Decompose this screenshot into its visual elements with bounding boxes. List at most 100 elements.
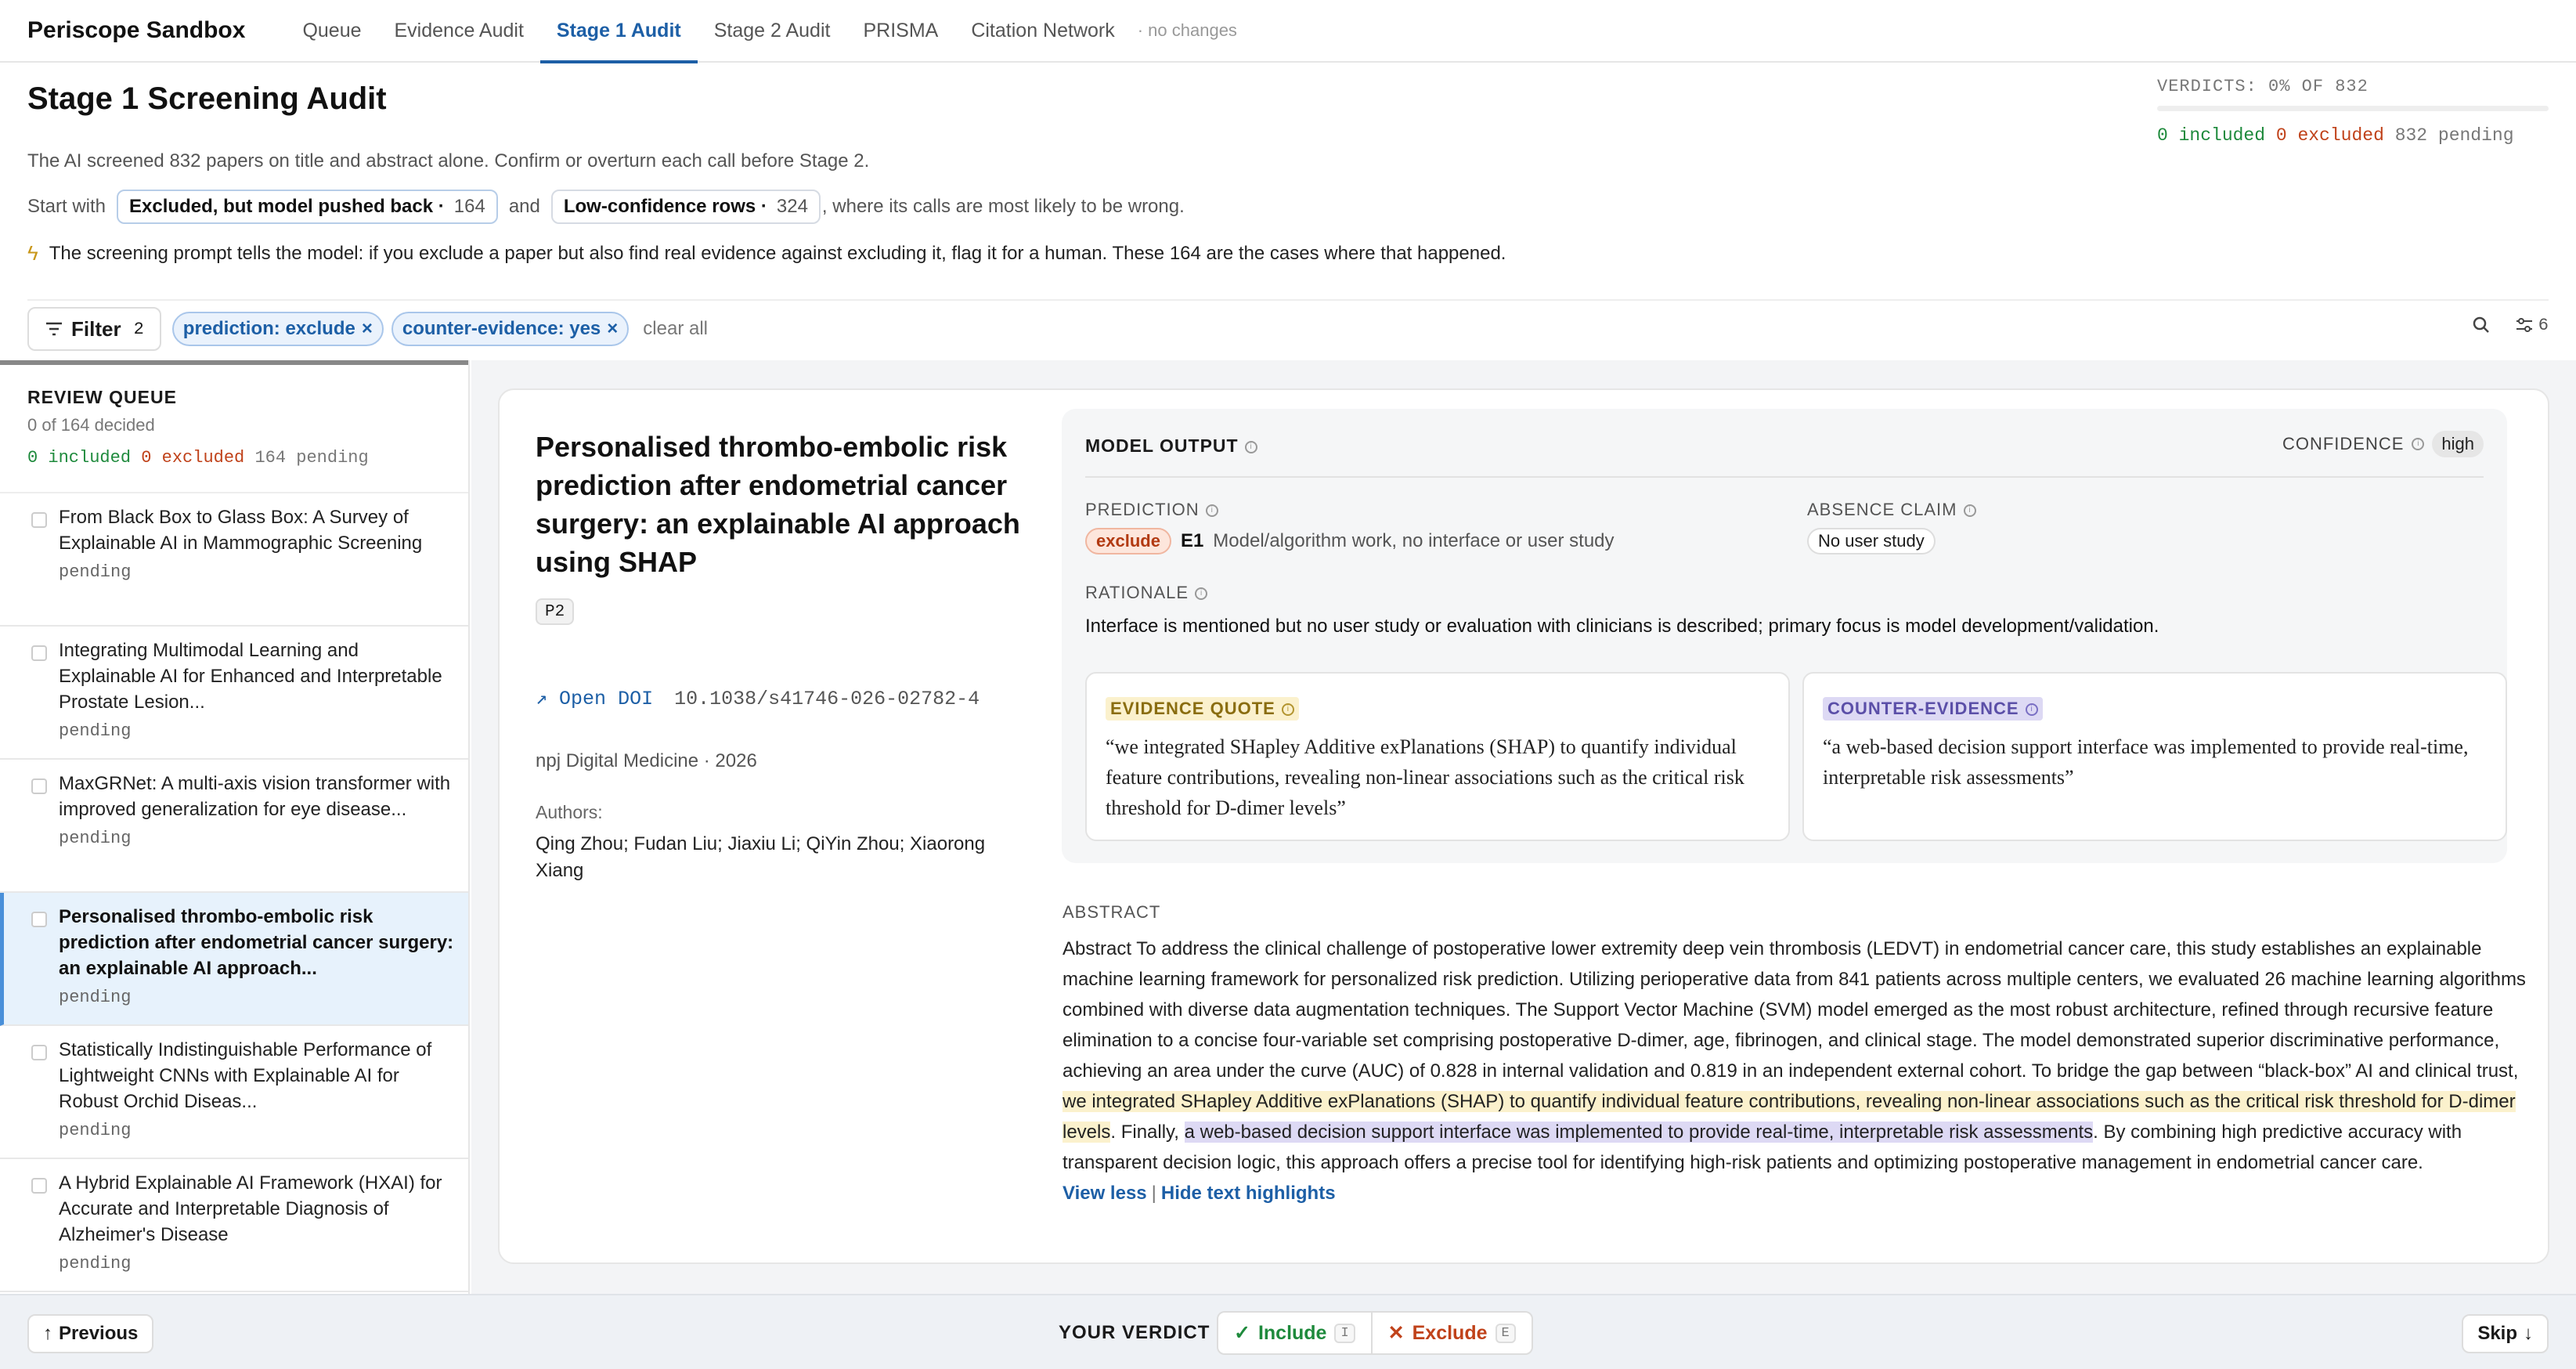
model-output-panel: MODEL OUTPUT i CONFIDENCE i high PREDICTIO…	[1062, 409, 2507, 863]
screening-tip: ϟ The screening prompt tells the model: …	[27, 241, 1506, 265]
item-status: pending	[59, 1254, 132, 1273]
counter-evidence-tag: COUNTER-EVIDENCE i	[1823, 697, 2043, 721]
start-suggestion: Start with Excluded, but model pushed ba…	[27, 190, 1185, 224]
rationale-heading: RATIONALE	[1085, 583, 1189, 602]
clear-all-link[interactable]: clear all	[643, 318, 708, 340]
tab-stage-2-audit[interactable]: Stage 2 Audit	[698, 0, 847, 62]
item-checkbox[interactable]	[31, 912, 47, 927]
include-label: Include	[1257, 1321, 1327, 1344]
info-icon[interactable]: i	[1244, 440, 1257, 453]
tab-queue[interactable]: Queue	[286, 0, 377, 62]
exclusion-description: Model/algorithm work, no interface or us…	[1213, 530, 1615, 551]
remove-pill-icon[interactable]: ×	[607, 318, 618, 340]
arrow-down-icon: ↓	[2524, 1323, 2533, 1344]
queue-counts: 0 included 0 excluded 164 pending	[27, 448, 369, 468]
verdicts-progress-bar	[2157, 106, 2549, 111]
list-item[interactable]: A Hybrid Explainable AI Framework (HXAI)…	[0, 1159, 468, 1292]
info-icon[interactable]: i	[1205, 504, 1218, 518]
lightning-icon: ϟ	[27, 241, 38, 265]
list-item[interactable]: Integrating Multimodal Learning and Expl…	[0, 627, 468, 760]
queue-pending: 164 pending	[254, 448, 369, 468]
item-checkbox[interactable]	[31, 512, 47, 528]
info-icon[interactable]: i	[1963, 504, 1976, 518]
prediction-badge: exclude	[1085, 528, 1171, 554]
item-checkbox[interactable]	[31, 645, 47, 661]
evidence-quote-tag: EVIDENCE QUOTE i	[1106, 697, 1299, 721]
low-confidence-button[interactable]: Low-confidence rows · 324	[550, 190, 821, 224]
include-shortcut: I	[1334, 1323, 1355, 1343]
link-separator: |	[1151, 1183, 1156, 1204]
tab-citation-network[interactable]: Citation Network	[954, 0, 1131, 62]
excluded-pushed-back-button[interactable]: Excluded, but model pushed back · 164	[117, 190, 498, 224]
filter-button[interactable]: Filter 2	[27, 307, 161, 351]
remove-pill-icon[interactable]: ×	[362, 318, 373, 340]
open-doi-link[interactable]: ↗ Open DOI	[536, 688, 653, 710]
columns-button[interactable]: 6	[2515, 316, 2549, 335]
info-icon[interactable]: i	[1195, 587, 1208, 601]
confidence-label: CONFIDENCE	[2282, 434, 2405, 453]
item-title: From Black Box to Glass Box: A Survey of…	[59, 507, 423, 554]
chip-count: 164	[453, 196, 485, 217]
list-item-selected[interactable]: Personalised thrombo-embolic risk predic…	[0, 893, 468, 1026]
included-count: 0 included	[2157, 125, 2266, 146]
exclude-button[interactable]: ✕ Exclude E	[1373, 1313, 1532, 1353]
item-checkbox[interactable]	[31, 1178, 47, 1194]
verdicts-counts: 0 included 0 excluded 832 pending	[2157, 125, 2549, 146]
authors-list: Qing Zhou; Fudan Liu; Jiaxiu Li; QiYin Z…	[536, 833, 986, 881]
filter-pill-counter-evidence[interactable]: counter-evidence: yes ×	[391, 312, 630, 346]
previous-label: Previous	[59, 1323, 139, 1344]
counter-evidence-text: “a web-based decision support interface …	[1823, 735, 2469, 789]
info-icon[interactable]: i	[2025, 703, 2038, 717]
view-less-link[interactable]: View less	[1063, 1183, 1147, 1204]
queue-list: From Black Box to Glass Box: A Survey of…	[0, 492, 468, 1292]
pill-label: counter-evidence: yes	[402, 318, 601, 339]
info-icon[interactable]: i	[2412, 438, 2425, 450]
page-subtitle: The AI screened 832 papers on title and …	[27, 150, 870, 172]
counter-evidence-highlight: a web-based decision support interface w…	[1184, 1122, 2094, 1143]
tab-prisma[interactable]: PRISMA	[846, 0, 954, 62]
exclude-shortcut: E	[1495, 1323, 1516, 1343]
item-status: pending	[59, 1121, 132, 1140]
model-output-title: MODEL OUTPUT i	[1085, 435, 1257, 457]
rationale-text: Interface is mentioned but no user study…	[1085, 616, 2159, 637]
columns-count: 6	[2538, 315, 2549, 335]
model-output-heading: MODEL OUTPUT	[1085, 435, 1239, 456]
evidence-quote-box: EVIDENCE QUOTE i “we integrated SHapley A…	[1085, 672, 1790, 841]
review-queue-panel: REVIEW QUEUE 0 of 164 decided 0 included…	[0, 360, 470, 1294]
tip-text: The screening prompt tells the model: if…	[49, 242, 1506, 264]
confidence-badge: high	[2432, 431, 2484, 457]
abstract-text: Abstract To address the clinical challen…	[1063, 934, 2527, 1208]
tab-evidence-audit[interactable]: Evidence Audit	[378, 0, 540, 62]
hide-highlights-link[interactable]: Hide text highlights	[1161, 1183, 1336, 1204]
filter-pill-prediction[interactable]: prediction: exclude ×	[171, 312, 384, 346]
abstract-label: ABSTRACT	[1063, 902, 1161, 922]
include-button[interactable]: ✓ Include I	[1218, 1313, 1373, 1353]
item-status: pending	[59, 829, 132, 848]
list-item[interactable]: From Black Box to Glass Box: A Survey of…	[0, 493, 468, 627]
search-icon[interactable]	[2471, 315, 2491, 335]
chip-label: Excluded, but model pushed back ·	[129, 196, 445, 217]
info-icon[interactable]: i	[1281, 703, 1294, 717]
absence-heading: ABSENCE CLAIM	[1807, 500, 1957, 519]
item-checkbox[interactable]	[31, 778, 47, 794]
doi-row: ↗ Open DOI 10.1038/s41746-026-02782-4	[536, 686, 980, 710]
exclusion-code: E1	[1180, 530, 1204, 551]
chip-count: 324	[776, 196, 808, 217]
filter-tools: 6	[2471, 315, 2549, 335]
pill-label: prediction: exclude	[182, 318, 355, 339]
skip-button[interactable]: Skip ↓	[2462, 1314, 2549, 1353]
item-status: pending	[59, 721, 132, 741]
prediction-heading: PREDICTION	[1085, 500, 1200, 519]
list-item[interactable]: MaxGRNet: A multi-axis vision transforme…	[0, 760, 468, 893]
list-item[interactable]: Statistically Indistinguishable Performa…	[0, 1026, 468, 1159]
pending-count: 832 pending	[2394, 125, 2514, 146]
previous-button[interactable]: ↑ Previous	[27, 1314, 154, 1353]
tab-stage-1-audit[interactable]: Stage 1 Audit	[539, 0, 698, 63]
paper-title: Personalised thrombo-embolic risk predic…	[536, 431, 1020, 578]
verdict-label: YOUR VERDICT	[1059, 1322, 1210, 1343]
start-suffix: , where its calls are most likely to be …	[821, 196, 1185, 217]
item-checkbox[interactable]	[31, 1045, 47, 1060]
journal-year: npj Digital Medicine · 2026	[536, 750, 757, 771]
abstract-part: . Finally,	[1110, 1122, 1185, 1143]
verdict-bar: ↑ Previous YOUR VERDICT ✓ Include I ✕ Exclud…	[0, 1294, 2576, 1369]
